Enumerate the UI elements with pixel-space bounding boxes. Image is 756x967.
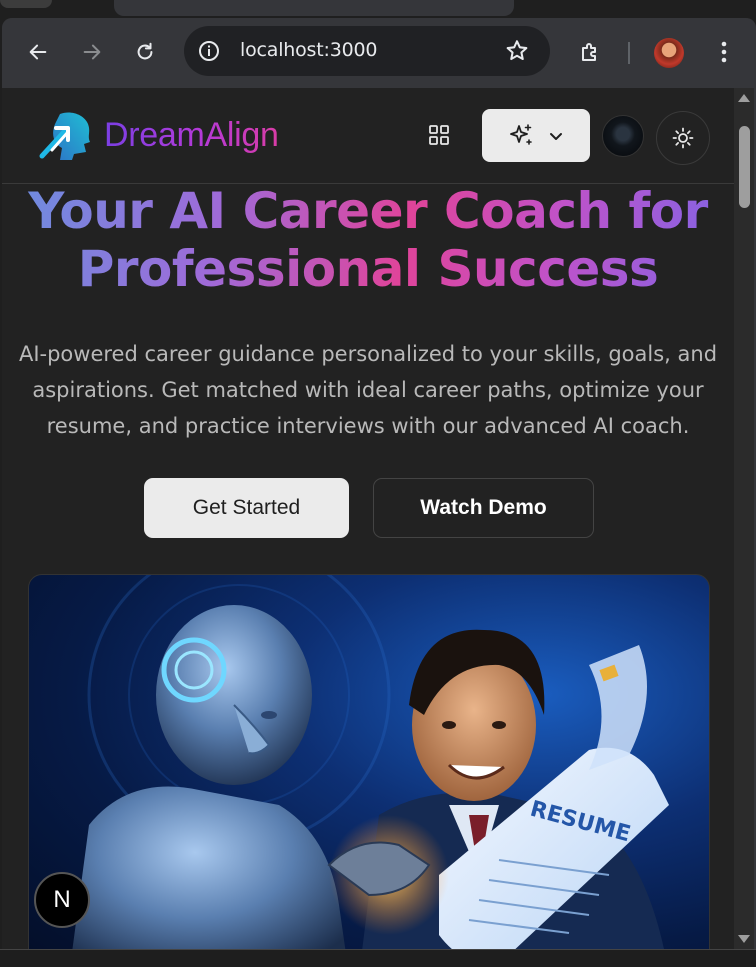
watch-demo-button[interactable]: Watch Demo <box>373 478 594 538</box>
extensions-icon[interactable] <box>572 34 608 70</box>
back-arrow-icon[interactable] <box>20 34 56 70</box>
browser-tab[interactable] <box>0 0 52 8</box>
user-avatar[interactable] <box>602 115 644 157</box>
scrollbar-thumb[interactable] <box>739 126 750 208</box>
kebab-menu-icon[interactable] <box>706 34 742 70</box>
hero-title-line-1: Your AI Career Coach for <box>28 182 708 240</box>
sparkles-icon <box>510 123 532 145</box>
site-info-icon[interactable] <box>196 38 222 64</box>
scroll-down-icon[interactable] <box>738 935 750 943</box>
hero-subtitle: AI-powered career guidance personalized … <box>18 342 718 438</box>
brand-name[interactable]: DreamAlign <box>104 116 279 155</box>
hero-image: RESUME <box>28 574 710 949</box>
reload-icon[interactable] <box>127 34 163 70</box>
nextjs-dev-badge[interactable]: N <box>34 872 90 928</box>
site-header: DreamAlign <box>2 88 734 184</box>
bookmark-star-icon[interactable] <box>504 38 530 64</box>
scroll-up-icon[interactable] <box>738 94 750 102</box>
address-bar[interactable]: localhost:3000 <box>184 26 550 76</box>
apps-grid-icon[interactable] <box>422 118 456 152</box>
browser-toolbar: localhost:3000 <box>2 18 756 88</box>
get-started-button[interactable]: Get Started <box>144 478 349 538</box>
toolbar-divider <box>628 42 630 64</box>
browser-tab-active[interactable] <box>114 0 514 16</box>
browser-tab-strip <box>0 0 756 18</box>
theme-toggle-button[interactable] <box>656 111 710 165</box>
hero-title: Your AI Career Coach for Professional Su… <box>2 182 734 298</box>
background-window-strip <box>0 949 756 967</box>
page-scrollbar[interactable] <box>734 88 754 949</box>
forward-arrow-icon[interactable] <box>74 34 110 70</box>
sun-icon <box>672 127 694 149</box>
logo-icon[interactable] <box>38 108 94 160</box>
profile-avatar[interactable] <box>654 38 684 68</box>
hero-title-line-2: Professional Success <box>77 240 659 298</box>
chevron-down-icon <box>550 132 562 140</box>
page-viewport: DreamAlign Your AI Career Coach for Prof… <box>2 88 734 949</box>
ai-tools-dropdown[interactable] <box>482 109 590 162</box>
url-text[interactable]: localhost:3000 <box>240 39 377 61</box>
